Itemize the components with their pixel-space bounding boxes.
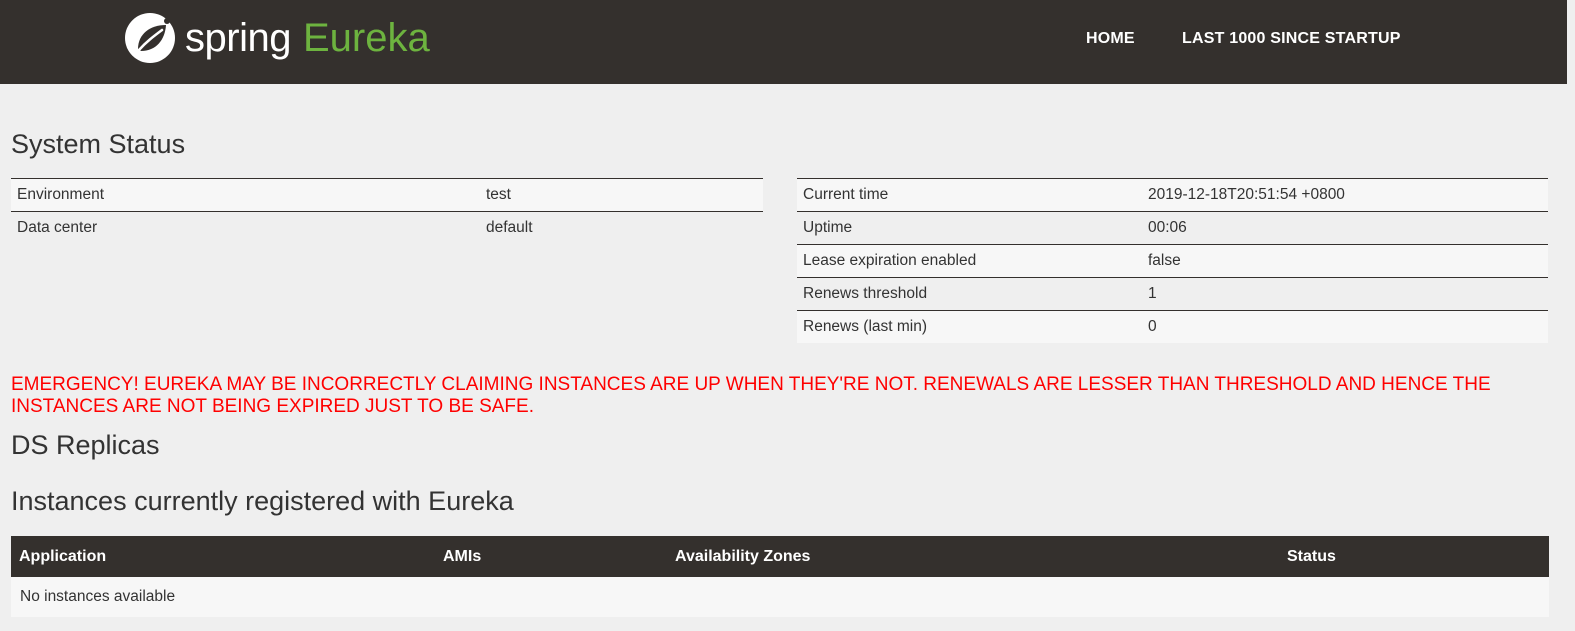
- table-row: Data center default: [11, 211, 763, 244]
- table-row: Uptime 00:06: [797, 211, 1548, 245]
- table-row: Renews threshold 1: [797, 277, 1548, 311]
- table-row: No instances available: [11, 577, 1549, 617]
- status-value: 00:06: [1142, 211, 1548, 245]
- status-key: Environment: [11, 178, 480, 212]
- status-key: Uptime: [797, 211, 1142, 245]
- table-row: Current time 2019-12-18T20:51:54 +0800: [797, 178, 1548, 212]
- spring-leaf-icon: [125, 13, 175, 63]
- instances-table: Application AMIs Availability Zones Stat…: [11, 536, 1549, 617]
- nav-home-link[interactable]: HOME: [1086, 30, 1135, 48]
- status-value: default: [480, 211, 763, 244]
- emergency-warning: EMERGENCY! EUREKA MAY BE INCORRECTLY CLA…: [11, 374, 1491, 417]
- table-header-row: Application AMIs Availability Zones Stat…: [11, 536, 1549, 577]
- nav-last-1000-link[interactable]: LAST 1000 SINCE STARTUP: [1182, 30, 1401, 48]
- table-row: Renews (last min) 0: [797, 310, 1548, 343]
- status-key: Renews threshold: [797, 277, 1142, 311]
- status-value: false: [1142, 244, 1548, 278]
- status-key: Renews (last min): [797, 310, 1142, 343]
- brand-eureka-text: Eureka: [302, 16, 430, 60]
- column-header-application: Application: [11, 536, 435, 577]
- status-value: test: [480, 178, 763, 212]
- status-key: Data center: [11, 211, 480, 244]
- spring-eureka-logo-link[interactable]: spring Eureka: [124, 12, 430, 64]
- brand-spring-text: spring: [185, 16, 291, 60]
- status-value: 1: [1142, 277, 1548, 311]
- status-value: 2019-12-18T20:51:54 +0800: [1142, 178, 1548, 212]
- system-status-right-table: Current time 2019-12-18T20:51:54 +0800 U…: [797, 178, 1548, 343]
- table-row: Lease expiration enabled false: [797, 244, 1548, 278]
- instances-heading: Instances currently registered with Eure…: [11, 486, 514, 516]
- no-instances-message: No instances available: [11, 577, 1549, 617]
- top-navbar: spring Eureka HOME LAST 1000 SINCE START…: [0, 0, 1567, 84]
- status-key: Lease expiration enabled: [797, 244, 1142, 278]
- column-header-amis: AMIs: [435, 536, 667, 577]
- column-header-availability-zones: Availability Zones: [667, 536, 1279, 577]
- status-key: Current time: [797, 178, 1142, 212]
- ds-replicas-heading: DS Replicas: [11, 430, 160, 460]
- system-status-heading: System Status: [11, 129, 186, 159]
- status-value: 0: [1142, 310, 1548, 343]
- column-header-status: Status: [1279, 536, 1549, 577]
- table-row: Environment test: [11, 178, 763, 212]
- system-status-left-table: Environment test Data center default: [11, 178, 763, 244]
